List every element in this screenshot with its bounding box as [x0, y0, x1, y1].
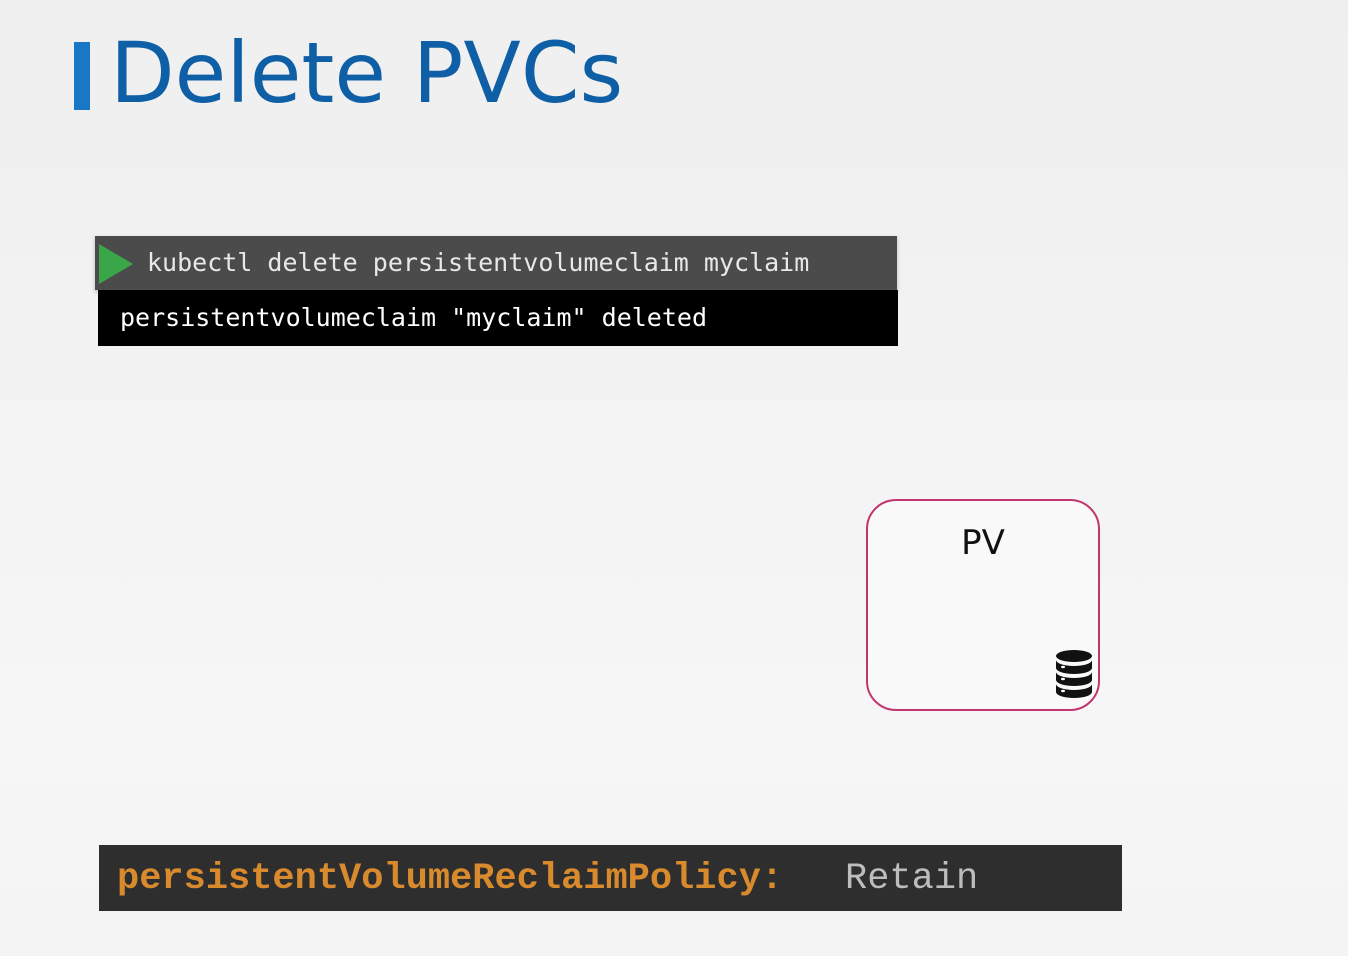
title-accent-bar — [74, 42, 90, 110]
pv-box: PV — [866, 499, 1100, 711]
output-box: persistentvolumeclaim "myclaim" deleted — [98, 290, 898, 346]
slide-title: Delete PVCs — [110, 24, 624, 122]
pv-label: PV — [961, 523, 1005, 563]
play-icon — [99, 244, 133, 284]
output-text: persistentvolumeclaim "myclaim" deleted — [120, 303, 707, 332]
policy-key: persistentVolumeReclaimPolicy: — [117, 858, 784, 900]
command-box: kubectl delete persistentvolumeclaim myc… — [95, 236, 897, 290]
command-text: kubectl delete persistentvolumeclaim myc… — [147, 248, 810, 277]
reclaim-policy-box: persistentVolumeReclaimPolicy: Retain — [99, 845, 1122, 911]
policy-value: Retain — [845, 858, 979, 900]
database-icon — [1056, 650, 1092, 698]
